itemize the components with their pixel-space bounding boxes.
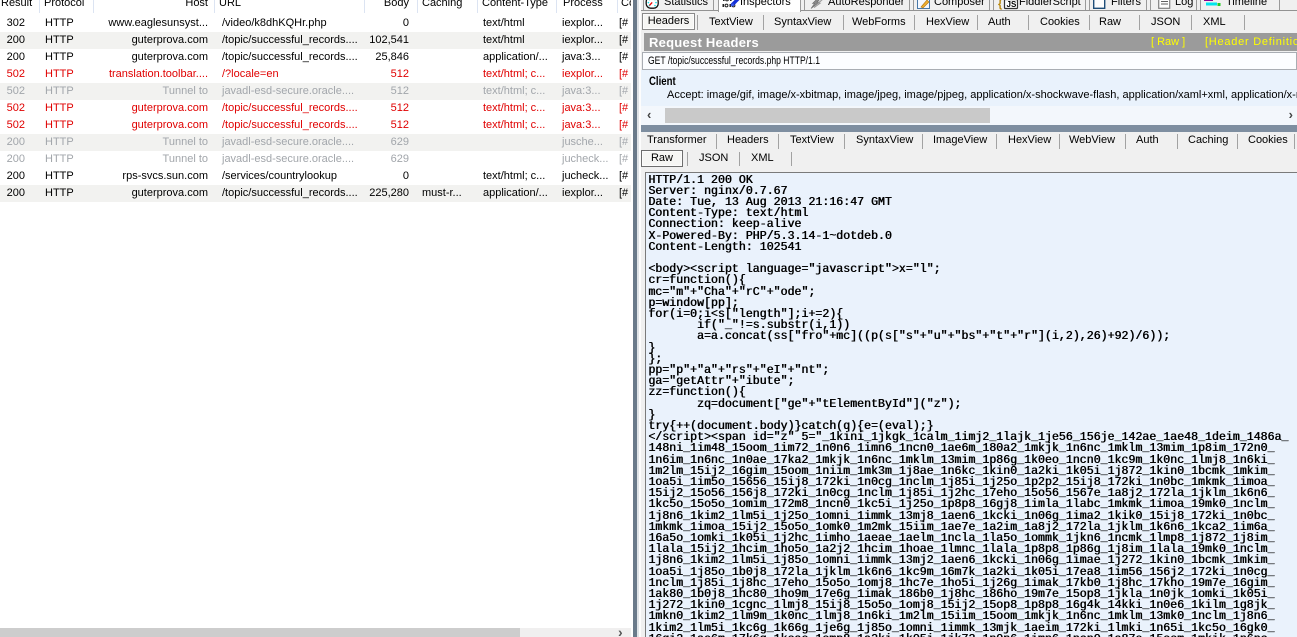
svg-text:JS: JS [1007,0,1017,9]
svg-text:{: { [998,0,1003,10]
